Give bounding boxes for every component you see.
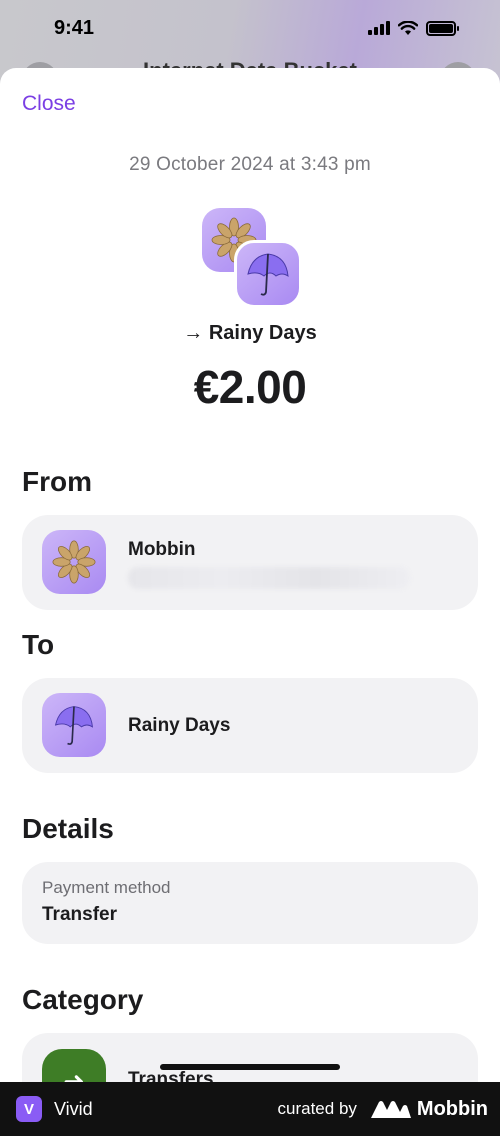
vivid-logo-icon: V — [16, 1096, 42, 1122]
payment-method-value: Transfer — [42, 904, 117, 925]
transaction-sheet: Close 29 October 2024 at 3:43 pm → Rainy… — [0, 68, 500, 1082]
status-icons — [368, 20, 459, 36]
category-card[interactable]: ➜ Transfers — [22, 1033, 478, 1082]
from-account-name: Mobbin — [128, 539, 196, 560]
app-brand: V Vivid — [16, 1096, 93, 1122]
payment-method-card: Payment method Transfer — [22, 862, 478, 944]
umbrella-icon — [234, 240, 302, 308]
status-bar: 9:41 — [0, 0, 500, 56]
arrow-right-icon: ➜ — [42, 1049, 106, 1082]
close-button[interactable]: Close — [22, 92, 76, 116]
curated-by-label: curated by — [277, 1099, 357, 1118]
home-indicator — [160, 1064, 340, 1070]
flower-icon — [42, 530, 106, 594]
footer-bar: V Vivid curated by Mobbin — [0, 1082, 500, 1136]
battery-icon — [426, 20, 459, 36]
account-avatars — [202, 208, 302, 308]
transaction-amount: €2.00 — [193, 361, 307, 413]
from-heading: From — [22, 466, 92, 497]
status-time: 9:41 — [54, 16, 95, 39]
category-heading: Category — [22, 984, 144, 1015]
details-heading: Details — [22, 813, 114, 844]
mobbin-brand: Mobbin — [370, 1097, 488, 1121]
transaction-date: 29 October 2024 at 3:43 pm — [129, 154, 371, 175]
umbrella-icon — [42, 693, 106, 757]
app-name: Vivid — [54, 1098, 93, 1119]
payment-method-label: Payment method — [42, 878, 171, 897]
from-account-card[interactable]: Mobbin — [22, 515, 478, 610]
curated-by: curated by Mobbin — [278, 1098, 488, 1121]
mobbin-name: Mobbin — [416, 1097, 488, 1120]
redacted-account-number — [128, 567, 410, 589]
to-account-card[interactable]: Rainy Days — [22, 678, 478, 773]
cellular-signal-icon — [368, 21, 390, 35]
mobbin-logo-icon — [370, 1101, 411, 1118]
wifi-icon — [398, 20, 418, 35]
to-account-name: Rainy Days — [128, 715, 231, 736]
destination-label: → Rainy Days — [183, 322, 317, 344]
to-heading: To — [22, 629, 55, 660]
category-name: Transfers — [128, 1069, 214, 1082]
